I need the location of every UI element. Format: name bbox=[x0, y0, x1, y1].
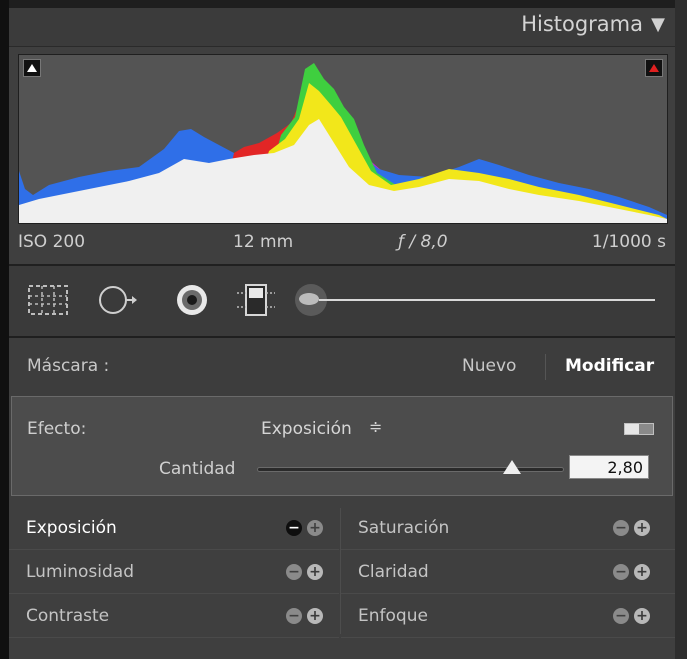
preset-enfoque[interactable]: Enfoque − + bbox=[341, 594, 675, 638]
crop-overlay-tool[interactable] bbox=[26, 282, 70, 318]
right-scrollbar[interactable] bbox=[675, 0, 687, 659]
preset-exposicion[interactable]: Exposición − + bbox=[9, 506, 339, 550]
mask-row: Máscara : Nuevo Modificar bbox=[9, 338, 675, 396]
preset-label: Claridad bbox=[358, 562, 429, 582]
adjustment-brush-icon bbox=[295, 284, 655, 316]
amount-label: Cantidad bbox=[159, 459, 236, 479]
mask-divider bbox=[545, 354, 546, 380]
plus-icon[interactable]: + bbox=[634, 564, 650, 580]
minus-icon[interactable]: − bbox=[286, 564, 302, 580]
develop-panel: Histograma ▼ ISO 200 12 mm ƒ / 8,0 1/100… bbox=[0, 0, 687, 659]
red-eye-icon bbox=[177, 285, 207, 315]
preset-contraste[interactable]: Contraste − + bbox=[9, 594, 339, 638]
shutter-speed-value: 1/1000 s bbox=[591, 232, 666, 252]
triangle-down-icon[interactable]: ▼ bbox=[651, 14, 665, 35]
tool-strip bbox=[9, 266, 675, 336]
amount-slider-thumb[interactable] bbox=[502, 460, 521, 474]
left-edge bbox=[0, 0, 9, 659]
plus-icon[interactable]: + bbox=[307, 520, 323, 536]
effect-select[interactable]: Exposición bbox=[261, 419, 352, 439]
exif-info: ISO 200 12 mm ƒ / 8,0 1/1000 s bbox=[18, 230, 666, 254]
shadow-clipping-indicator[interactable] bbox=[23, 59, 41, 77]
preset-luminosidad[interactable]: Luminosidad − + bbox=[9, 550, 339, 594]
preset-label: Saturación bbox=[358, 518, 450, 538]
iso-value: ISO 200 bbox=[18, 232, 86, 252]
focal-length-value: 12 mm bbox=[233, 232, 294, 252]
aperture-value: ƒ / 8,0 bbox=[398, 232, 448, 252]
minus-icon[interactable]: − bbox=[613, 520, 629, 536]
adjustment-brush-tool[interactable] bbox=[289, 282, 659, 318]
effect-label: Efecto: bbox=[27, 419, 87, 439]
plus-icon[interactable]: + bbox=[634, 608, 650, 624]
minus-icon[interactable]: − bbox=[613, 564, 629, 580]
plus-icon[interactable]: + bbox=[307, 608, 323, 624]
graduated-filter-icon bbox=[237, 284, 275, 316]
spot-removal-tool[interactable] bbox=[97, 282, 139, 318]
panel-toggle-switch[interactable] bbox=[624, 423, 654, 435]
effect-panel: Efecto: Exposición ≑ Cantidad 2,80 bbox=[11, 396, 673, 496]
plus-icon[interactable]: + bbox=[307, 564, 323, 580]
minus-icon[interactable]: − bbox=[613, 608, 629, 624]
spot-removal-icon bbox=[99, 286, 137, 314]
minus-icon[interactable]: − bbox=[286, 520, 302, 536]
mask-new-button[interactable]: Nuevo bbox=[462, 356, 516, 376]
histogram-header[interactable]: Histograma ▼ bbox=[9, 8, 675, 47]
top-edge bbox=[0, 0, 687, 8]
plus-icon[interactable]: + bbox=[634, 520, 650, 536]
histogram-plot bbox=[19, 63, 667, 223]
crop-icon bbox=[28, 285, 68, 315]
minus-icon[interactable]: − bbox=[286, 608, 302, 624]
preset-claridad[interactable]: Claridad − + bbox=[341, 550, 675, 594]
preset-grid: Exposición − + Saturación − + Luminosida… bbox=[9, 502, 675, 638]
select-arrows-icon[interactable]: ≑ bbox=[369, 417, 382, 436]
amount-value-field[interactable]: 2,80 bbox=[569, 455, 649, 479]
histogram-title: Histograma bbox=[521, 12, 643, 36]
preset-saturacion[interactable]: Saturación − + bbox=[341, 506, 675, 550]
preset-label: Contraste bbox=[26, 606, 110, 626]
preset-label: Exposición bbox=[26, 518, 117, 538]
highlight-clipping-indicator[interactable] bbox=[645, 59, 663, 77]
mask-edit-button[interactable]: Modificar bbox=[565, 356, 654, 376]
red-eye-tool[interactable] bbox=[173, 282, 211, 318]
preset-label: Enfoque bbox=[358, 606, 428, 626]
preset-label: Luminosidad bbox=[26, 562, 134, 582]
histogram-graph[interactable] bbox=[18, 54, 668, 224]
mask-label: Máscara : bbox=[27, 356, 110, 376]
graduated-filter-tool[interactable] bbox=[235, 282, 277, 318]
